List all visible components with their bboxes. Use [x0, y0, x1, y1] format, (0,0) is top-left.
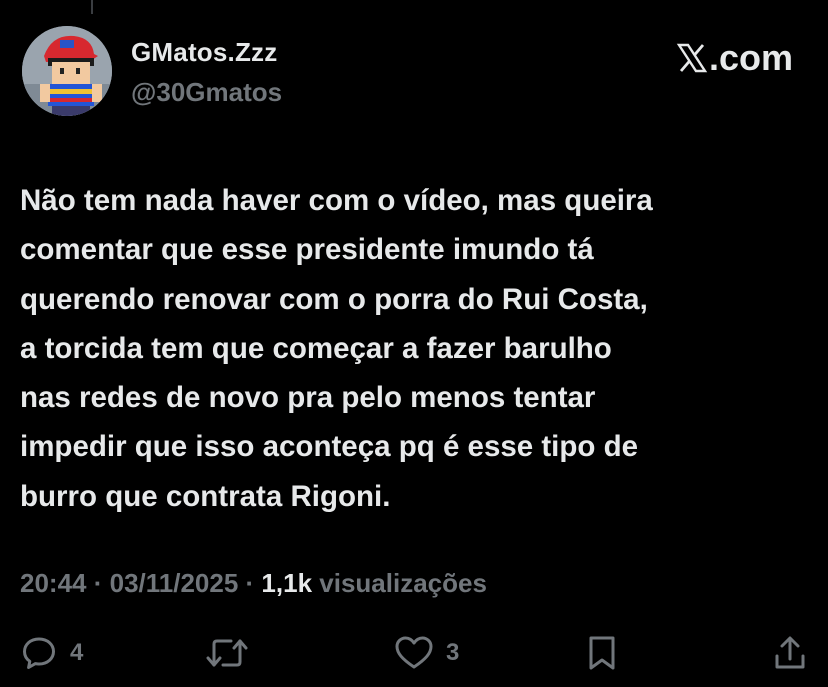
- tweet-date[interactable]: 03/11/2025: [110, 568, 239, 598]
- meta-separator: ·: [86, 568, 110, 598]
- author-display-name[interactable]: GMatos.Zzz: [131, 37, 277, 68]
- author-handle[interactable]: @30Gmatos: [131, 77, 282, 108]
- repost-button[interactable]: [205, 634, 261, 672]
- thread-connector-line: [91, 0, 93, 14]
- bookmark-button[interactable]: [586, 634, 618, 672]
- share-icon: [775, 636, 805, 669]
- repost-icon: [206, 639, 248, 667]
- reply-icon: [23, 637, 55, 669]
- like-button[interactable]: 3: [394, 634, 459, 672]
- brand-domain-label: .com: [708, 37, 793, 78]
- tweet-time[interactable]: 20:44: [20, 568, 87, 598]
- tweet-text: Não tem nada haver com o vídeo, mas quei…: [20, 184, 653, 513]
- views-label: visualizações: [312, 568, 487, 598]
- bookmark-icon: [589, 636, 615, 670]
- meta-separator: ·: [238, 568, 262, 598]
- pixel-character-avatar-icon: [22, 26, 112, 116]
- share-button[interactable]: [772, 634, 808, 672]
- x-logo-icon: [676, 43, 708, 73]
- views-count: 1,1k: [261, 568, 313, 598]
- like-count: 3: [446, 639, 460, 666]
- heart-icon: [395, 636, 433, 669]
- avatar[interactable]: [22, 26, 112, 116]
- brand-logo: .com: [676, 37, 793, 79]
- reply-button[interactable]: 4: [20, 634, 83, 672]
- reply-count: 4: [70, 639, 84, 666]
- tweet-metadata: 20:44 · 03/11/2025 · 1,1k visualizações: [20, 568, 487, 599]
